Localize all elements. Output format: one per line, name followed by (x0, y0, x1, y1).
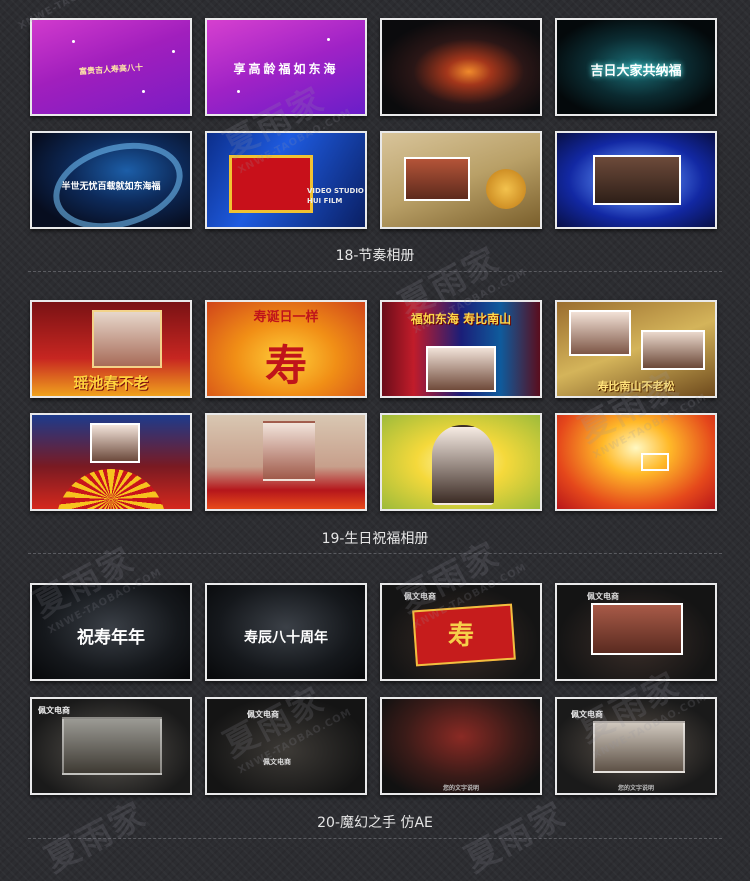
caption: 佩文电商 (38, 706, 70, 715)
divider (28, 553, 722, 554)
section-title-19: 19-生日祝福相册 (321, 531, 429, 547)
photo (62, 717, 162, 775)
thumb-19-2[interactable]: 寿诞日一样 寿 (205, 300, 367, 398)
caption: 佩文电商 (587, 592, 619, 601)
caption: 寿 (447, 621, 474, 651)
thumb-19-4[interactable]: 寿比南山不老松 (555, 300, 717, 398)
caption: 富贵吉人寿高八十 (78, 62, 144, 77)
caption: 佩文电商 (404, 592, 436, 601)
thumb-18-6[interactable]: VIDEO STUDIO HUI FILM (205, 131, 367, 229)
caption: 佩文电商 (247, 710, 279, 719)
thumb-18-2[interactable]: 享高龄福如东海 (205, 18, 367, 116)
caption: HUI FILM (307, 197, 343, 205)
thumb-19-5[interactable] (30, 413, 192, 511)
photo (263, 421, 315, 481)
caption: 寿 (264, 341, 307, 390)
caption: 寿比南山不老松 (597, 380, 675, 393)
photo (432, 425, 494, 505)
caption: 半世无忧百载就如东海福 (61, 182, 161, 192)
thumb-20-8[interactable]: 佩文电商 您的文字说明 (555, 697, 717, 795)
caption: 佩文电商 (571, 710, 603, 719)
thumb-18-8[interactable] (555, 131, 717, 229)
thumb-19-6[interactable] (205, 413, 367, 511)
divider (28, 271, 722, 272)
thumb-18-5[interactable]: 半世无忧百载就如东海福 (30, 131, 192, 229)
photo (92, 310, 162, 368)
thumb-20-1[interactable]: 祝寿年年 (30, 583, 192, 681)
caption: 您的文字说明 (617, 785, 654, 792)
photo (641, 330, 705, 370)
section-title-20: 20-魔幻之手 仿AE (317, 815, 433, 831)
watermark: 夏雨家 (458, 794, 573, 881)
thumb-19-8[interactable] (555, 413, 717, 511)
thumb-19-1[interactable]: 瑶池春不老 (30, 300, 192, 398)
divider (28, 838, 722, 839)
thumb-19-7[interactable] (380, 413, 542, 511)
photo (426, 346, 496, 392)
thumb-18-1[interactable]: 富贵吉人寿高八十 (30, 18, 192, 116)
thumb-18-7[interactable] (380, 131, 542, 229)
caption: 瑶池春不老 (73, 374, 149, 392)
watermark: 夏雨家 (38, 794, 153, 881)
thumb-19-3[interactable]: 福如东海 寿比南山 (380, 300, 542, 398)
caption: 寿辰八十周年 (244, 630, 328, 646)
caption: 吉日大家共纳福 (590, 64, 682, 79)
caption: 福如东海 寿比南山 (410, 312, 512, 326)
photo (569, 310, 631, 356)
photo (90, 423, 140, 463)
photo (404, 157, 470, 201)
page: 富贵吉人寿高八十 享高龄福如东海 吉日大家共纳福 半世无忧百载就如东海福 VID… (0, 0, 750, 881)
caption: 祝寿年年 (77, 628, 145, 648)
caption: 佩文电商 (263, 758, 291, 766)
thumb-20-2[interactable]: 寿辰八十周年 (205, 583, 367, 681)
thumb-18-4[interactable]: 吉日大家共纳福 (555, 18, 717, 116)
thumb-20-4[interactable]: 佩文电商 (555, 583, 717, 681)
photo (593, 721, 685, 773)
photo (593, 155, 681, 205)
thumb-20-6[interactable]: 佩文电商 佩文电商 (205, 697, 367, 795)
caption: 享高龄福如东海 (233, 62, 339, 76)
caption: 您的文字说明 (442, 785, 479, 792)
thumb-20-3[interactable]: 佩文电商 寿 (380, 583, 542, 681)
section-title-18: 18-节奏相册 (335, 248, 415, 264)
thumb-18-3[interactable] (380, 18, 542, 116)
thumb-20-5[interactable]: 佩文电商 (30, 697, 192, 795)
photo (591, 603, 683, 655)
caption: VIDEO STUDIO (307, 187, 364, 195)
caption: 寿诞日一样 (253, 310, 319, 325)
thumb-20-7[interactable]: 您的文字说明 (380, 697, 542, 795)
